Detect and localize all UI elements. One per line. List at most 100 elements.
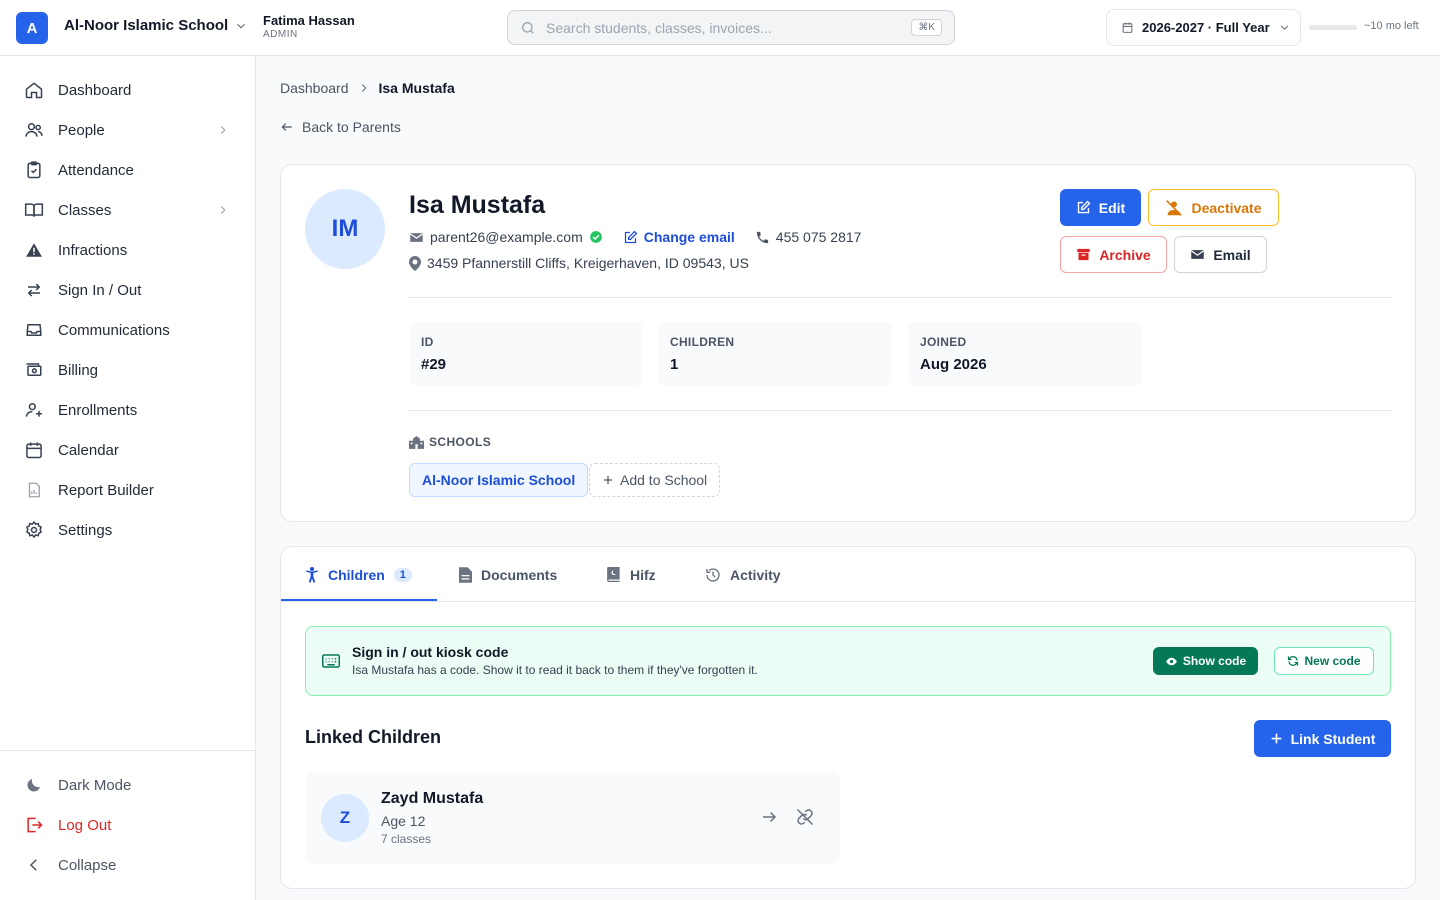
collapse-label: Collapse [58, 856, 117, 874]
stat-label: CHILDREN [670, 335, 735, 349]
breadcrumb: Dashboard Isa Mustafa [280, 80, 455, 96]
arrow-right-icon[interactable] [760, 808, 778, 826]
academic-year-select[interactable]: 2026-2027 · Full Year [1106, 9, 1301, 46]
report-icon [24, 480, 44, 500]
chevron-down-icon [234, 19, 248, 33]
add-to-school-button[interactable]: Add to School [589, 463, 721, 497]
email-label: Email [1213, 246, 1251, 263]
divider [409, 410, 1391, 411]
change-email-label: Change email [643, 229, 735, 245]
sidebar-item-attendance[interactable]: Attendance [16, 152, 240, 188]
logout-label: Log Out [58, 816, 112, 834]
profile-name: Isa Mustafa [409, 191, 546, 219]
sidebar-item-settings[interactable]: Settings [16, 512, 240, 548]
tab-label: Hifz [630, 566, 656, 583]
sidebar-item-label: Enrollments [58, 401, 138, 419]
arrow-left-icon [280, 120, 294, 134]
child-name: Zayd Mustafa [381, 790, 484, 807]
book-open-icon [24, 200, 44, 220]
deactivate-button[interactable]: Deactivate [1148, 189, 1279, 226]
sidebar-item-dashboard[interactable]: Dashboard [16, 72, 240, 108]
top-bar: A Al-Noor Islamic School Fatima Hassan A… [0, 0, 1440, 56]
keyboard-icon [322, 654, 340, 668]
new-code-button[interactable]: New code [1274, 647, 1374, 675]
edit-button[interactable]: Edit [1060, 189, 1141, 226]
show-code-button[interactable]: Show code [1153, 647, 1258, 675]
sidebar-item-label: Infractions [58, 241, 128, 259]
sidebar-item-classes[interactable]: Classes [16, 192, 240, 228]
stat-value: Aug 2026 [920, 356, 987, 373]
sidebar-item-enrollments[interactable]: Enrollments [16, 392, 240, 428]
global-search[interactable]: Search students, classes, invoices... ⌘K [507, 10, 955, 45]
school-chip[interactable]: Al-Noor Islamic School [409, 463, 589, 497]
school-building-icon [409, 435, 424, 449]
sidebar-item-calendar[interactable]: Calendar [16, 432, 240, 468]
linked-child-card[interactable]: Z Zayd Mustafa Age 12 7 classes [305, 772, 840, 864]
tab-label: Documents [481, 566, 558, 583]
new-code-label: New code [1304, 654, 1361, 668]
archive-button[interactable]: Archive [1060, 236, 1167, 273]
sidebar-item-communications[interactable]: Communications [16, 312, 240, 348]
refresh-icon [1287, 655, 1299, 667]
user-role: ADMIN [263, 29, 298, 40]
tab-children[interactable]: Children 1 [305, 547, 412, 602]
email-button[interactable]: Email [1174, 236, 1267, 273]
link-student-button[interactable]: Link Student [1254, 720, 1391, 757]
sidebar-item-report-builder[interactable]: Report Builder [16, 472, 240, 508]
year-progress-bar [1309, 25, 1357, 30]
change-email-link[interactable]: Change email [623, 229, 735, 245]
school-name: Al-Noor Islamic School [64, 17, 229, 34]
warning-icon [24, 240, 44, 260]
back-to-parents-link[interactable]: Back to Parents [280, 119, 401, 135]
gear-icon [24, 520, 44, 540]
back-link-label: Back to Parents [302, 119, 401, 135]
breadcrumb-dashboard-link[interactable]: Dashboard [280, 80, 349, 96]
show-code-label: Show code [1182, 654, 1247, 668]
active-tab-indicator [281, 599, 437, 601]
tab-hifz[interactable]: Hifz [607, 547, 656, 602]
dark-mode-label: Dark Mode [58, 776, 132, 794]
sidebar-item-label: Billing [58, 361, 99, 379]
school-logo[interactable]: A [16, 12, 48, 44]
history-icon [705, 567, 721, 583]
stat-id: ID #29 [409, 322, 643, 386]
stat-value: #29 [421, 356, 447, 373]
verified-check-icon [589, 230, 603, 244]
tab-activity[interactable]: Activity [705, 547, 781, 602]
tab-label: Children [328, 566, 385, 583]
school-switcher[interactable]: Al-Noor Islamic School [64, 17, 248, 34]
document-icon [459, 566, 472, 583]
plus-icon [1270, 732, 1283, 745]
tab-documents[interactable]: Documents [459, 547, 557, 602]
child-avatar: Z [321, 794, 369, 842]
schools-heading: SCHOOLS [409, 435, 491, 449]
sidebar-item-infractions[interactable]: Infractions [16, 232, 240, 268]
unlink-icon[interactable] [794, 807, 816, 827]
dark-mode-toggle[interactable]: Dark Mode [16, 767, 240, 803]
stat-label: JOINED [920, 335, 967, 349]
logout-button[interactable]: Log Out [16, 807, 240, 843]
sidebar-item-people[interactable]: People [16, 112, 240, 148]
search-input[interactable]: Search students, classes, invoices... [546, 20, 911, 36]
child-class-count: 7 classes [381, 832, 432, 846]
sidebar-item-label: Settings [58, 521, 113, 539]
contact-row: parent26@example.com Change email 455 07… [409, 227, 861, 247]
address-row: 3459 Pfannerstill Cliffs, Kreigerhaven, … [409, 253, 749, 273]
collapse-sidebar-button[interactable]: Collapse [16, 847, 240, 883]
edit-icon [623, 230, 638, 245]
users-icon [24, 120, 44, 140]
inbox-icon [24, 320, 44, 340]
current-user[interactable]: Fatima Hassan ADMIN [263, 13, 355, 41]
sidebar-item-billing[interactable]: Billing [16, 352, 240, 388]
plus-icon [602, 474, 614, 486]
map-pin-icon [409, 255, 421, 271]
sidebar-item-sign-in-out[interactable]: Sign In / Out [16, 272, 240, 308]
breadcrumb-current: Isa Mustafa [378, 80, 455, 96]
kiosk-code-banner: Sign in / out kiosk code Isa Mustafa has… [305, 626, 1391, 696]
deactivate-label: Deactivate [1191, 199, 1262, 216]
profile-address: 3459 Pfannerstill Cliffs, Kreigerhaven, … [427, 255, 749, 271]
phone-number: 455 075 2817 [755, 229, 861, 245]
chevron-right-icon [216, 203, 230, 217]
sidebar-item-label: Report Builder [58, 481, 154, 499]
clipboard-check-icon [24, 160, 44, 180]
